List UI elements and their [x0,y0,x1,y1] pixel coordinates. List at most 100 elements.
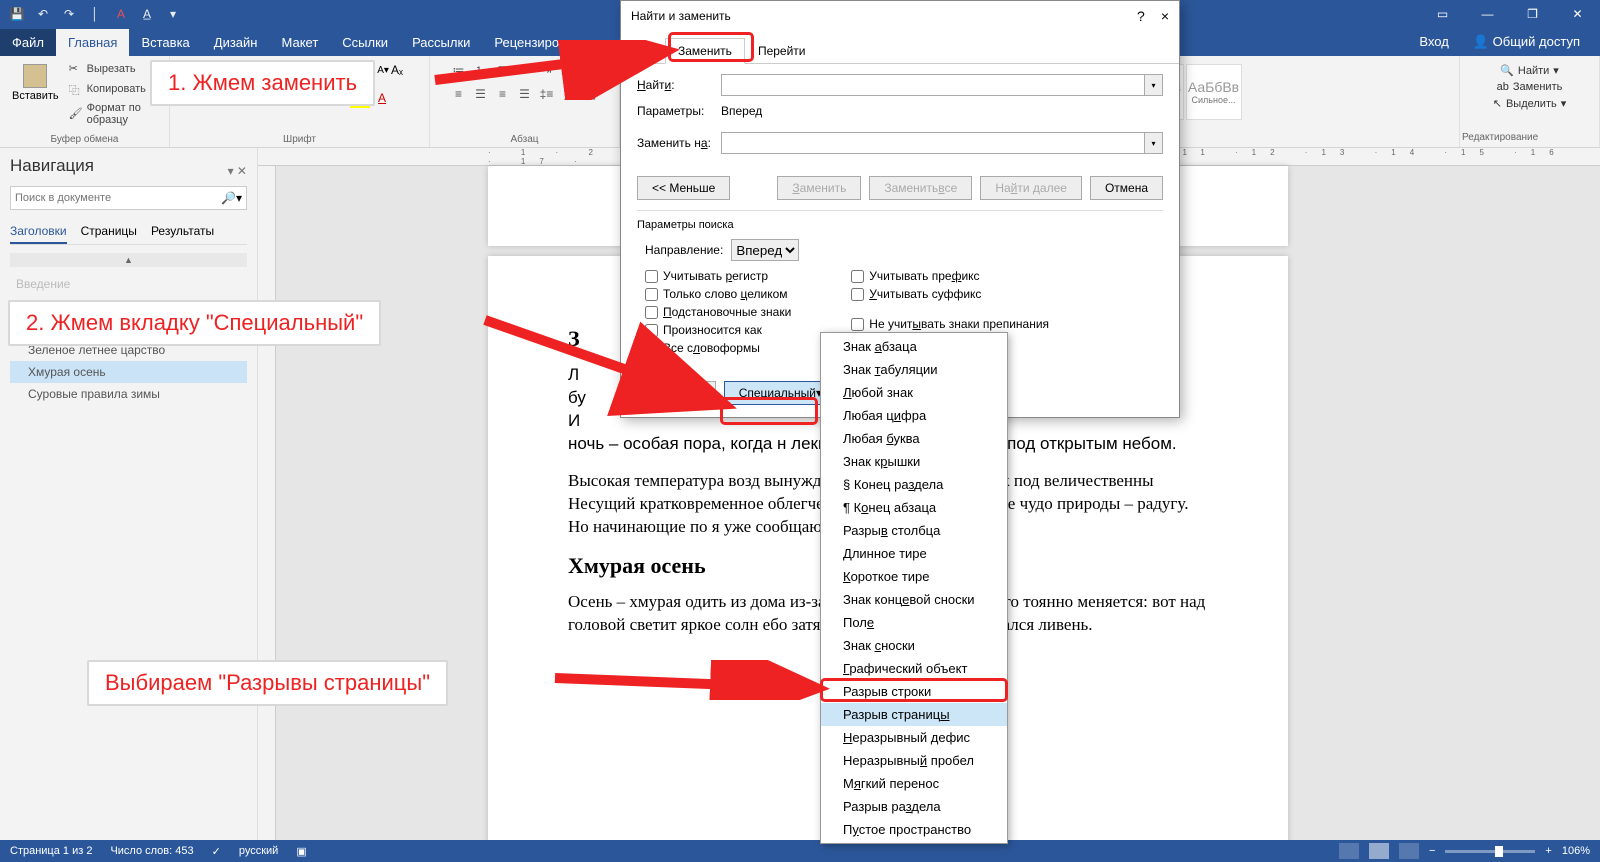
dialog-titlebar[interactable]: Найти и заменить ? × [621,1,1179,31]
replace-input[interactable]: ▾ [721,132,1163,154]
arrow-2 [480,310,740,420]
highlight-icon[interactable]: A̲ [138,5,156,23]
clear-format-icon[interactable]: Aₓ [391,63,403,77]
check-match-case[interactable]: Учитывать регистр [645,269,791,283]
maximize-icon[interactable]: ❐ [1510,0,1555,28]
copy-button[interactable]: ⿻Копировать [67,80,161,98]
paste-button[interactable]: Вставить [8,60,63,106]
dd-item[interactable]: ¶ Конец абзаца [821,496,1007,519]
dd-item[interactable]: Знак сноски [821,634,1007,657]
dd-item[interactable]: Любая цифра [821,404,1007,427]
nav-item[interactable]: Суровые правила зимы [10,383,247,405]
cancel-button[interactable]: Отмена [1090,176,1163,200]
status-page[interactable]: Страница 1 из 2 [10,845,92,857]
dd-item[interactable]: Разрыв столбца [821,519,1007,542]
search-icon: 🔍 [1500,64,1514,77]
save-icon[interactable]: 💾 [8,5,26,23]
dd-item[interactable]: Поле [821,611,1007,634]
dialog-tab-goto[interactable]: Перейти [745,38,819,64]
zoom-in-icon[interactable]: + [1545,845,1551,857]
status-words[interactable]: Число слов: 453 [110,845,193,857]
dd-item[interactable]: Неразрывный дефис [821,726,1007,749]
dialog-close-icon[interactable]: × [1161,8,1169,24]
account-button[interactable]: Вход [1407,28,1460,56]
chevron-down-icon[interactable]: ▾ [1144,75,1162,95]
dd-item[interactable]: Знак концевой сноски [821,588,1007,611]
dd-item[interactable]: Длинное тире [821,542,1007,565]
nav-tab-pages[interactable]: Страницы [81,220,137,244]
tab-layout[interactable]: Макет [269,29,330,56]
view-read-icon[interactable] [1339,843,1359,859]
zoom-level[interactable]: 106% [1562,845,1590,857]
undo-icon[interactable]: ↶ [34,5,52,23]
minimize-icon[interactable]: — [1465,0,1510,28]
cut-button[interactable]: ✂Вырезать [67,60,161,78]
font-color-button[interactable]: A [372,88,392,108]
style-strong[interactable]: АаБбВвСильное... [1186,64,1242,120]
vertical-ruler[interactable] [258,166,276,840]
status-macro-icon[interactable]: ▣ [296,845,306,858]
redo-icon[interactable]: ↷ [60,5,78,23]
dd-item[interactable]: Графический объект [821,657,1007,680]
check-whole-word[interactable]: Только слово целиком [645,287,791,301]
check-ignore-punct[interactable]: Не учитывать знаки препинания [851,317,1049,331]
nav-item[interactable]: Введение [10,273,247,295]
view-web-icon[interactable] [1399,843,1419,859]
find-next-button[interactable]: Найти далее [980,176,1082,200]
check-suffix[interactable]: Учитывать суффикс [851,287,1049,301]
font-color-icon[interactable]: A [112,5,130,23]
dd-item[interactable]: Знак табуляции [821,358,1007,381]
zoom-slider[interactable] [1445,850,1535,853]
nav-search[interactable]: 🔎▾ [10,186,247,210]
direction-label: Направление: [645,243,723,257]
nav-tab-headings[interactable]: Заголовки [10,220,67,244]
nav-search-input[interactable] [15,192,221,204]
dd-item[interactable]: Любой знак [821,381,1007,404]
nav-pin-icon[interactable]: ▾ ✕ [228,164,247,178]
replace-button[interactable]: Заменить [777,176,861,200]
chevron-down-icon[interactable]: ▾ [1144,133,1162,153]
check-prefix[interactable]: Учитывать префикс [851,269,1049,283]
less-button[interactable]: << Меньше [637,176,730,200]
status-lang[interactable]: русский [239,845,278,857]
format-painter-button[interactable]: 🖌Формат по образцу [67,100,161,128]
nav-tab-results[interactable]: Результаты [151,220,214,244]
direction-select[interactable]: Вперед [731,239,799,261]
dd-item[interactable]: § Конец раздела [821,473,1007,496]
nav-item-selected[interactable]: Хмурая осень [10,361,247,383]
callout-3: Выбираем "Разрывы страницы" [87,660,448,706]
find-input[interactable]: ▾ [721,74,1163,96]
dd-item[interactable]: Короткое тире [821,565,1007,588]
view-print-icon[interactable] [1369,843,1389,859]
dd-item[interactable]: Любая буква [821,427,1007,450]
tab-insert[interactable]: Вставка [129,29,201,56]
dd-item[interactable]: Неразрывный пробел [821,749,1007,772]
status-proof-icon[interactable]: ✓ [212,845,221,858]
dd-item[interactable]: Разрыв раздела [821,795,1007,818]
dialog-help-icon[interactable]: ? [1137,8,1145,24]
nav-collapse[interactable]: ▲ [10,253,247,267]
dd-item[interactable]: Знак крышки [821,450,1007,473]
dd-item[interactable]: Знак абзаца [821,335,1007,358]
search-icon[interactable]: 🔎▾ [221,191,242,205]
dd-item-pagebreak[interactable]: Разрыв страницы [821,703,1007,726]
tab-design[interactable]: Дизайн [202,29,270,56]
close-window-icon[interactable]: ✕ [1555,0,1600,28]
nav-tabs: Заголовки Страницы Результаты [10,220,247,245]
share-button[interactable]: 👤 Общий доступ [1461,28,1592,56]
zoom-out-icon[interactable]: − [1429,845,1435,857]
ribbon-options-icon[interactable]: ▭ [1420,0,1465,28]
find-button[interactable]: 🔍Найти ▾ [1498,62,1561,79]
tab-references[interactable]: Ссылки [330,29,400,56]
ribbon-replace-button[interactable]: abЗаменить [1495,79,1565,95]
dd-item[interactable]: Пустое пространство [821,818,1007,841]
select-button[interactable]: ↖Выделить ▾ [1491,95,1569,112]
dd-item[interactable]: Разрыв строки [821,680,1007,703]
shrink-font-icon[interactable]: A▾ [377,65,389,76]
quick-access-toolbar: 💾 ↶ ↷ │ A A̲ ▾ [0,5,190,23]
tab-file[interactable]: Файл [0,29,56,56]
tab-home[interactable]: Главная [56,29,129,56]
dd-item[interactable]: Мягкий перенос [821,772,1007,795]
more-icon[interactable]: ▾ [164,5,182,23]
replace-all-button[interactable]: Заменить все [869,176,972,200]
